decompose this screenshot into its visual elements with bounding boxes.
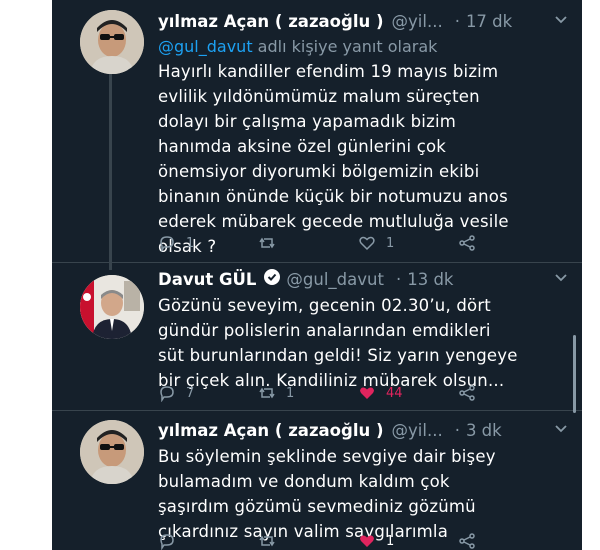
display-name[interactable]: yılmaz Açan ( zazaoğlu ) (158, 9, 384, 35)
avatar[interactable] (80, 275, 144, 339)
username[interactable]: @yil... (392, 9, 443, 35)
chevron-down-icon[interactable] (554, 271, 568, 285)
divider (52, 262, 582, 263)
tweet-actions: 1 1 (158, 231, 498, 255)
like-count: 1 (386, 533, 395, 549)
share-button[interactable] (458, 384, 486, 402)
reply-icon (160, 534, 174, 550)
reply-button[interactable]: 1 (158, 234, 258, 252)
chevron-down-icon[interactable] (554, 422, 568, 436)
timestamp[interactable]: 17 dk (466, 9, 512, 35)
reply-icon (160, 386, 174, 402)
tweet-body: yılmaz Açan ( zazaoğlu ) @yil... · 17 dk… (158, 9, 568, 259)
share-icon (459, 533, 475, 549)
timestamp[interactable]: 3 dk (466, 418, 502, 444)
reply-context-text: adlı kişiye yanıt olarak (252, 37, 438, 56)
tweet-text: Hayırlı kandiller efendim 19 mayıs bizim… (158, 62, 509, 256)
display-name[interactable]: yılmaz Açan ( zazaoğlu ) (158, 418, 384, 444)
reply-button[interactable]: 7 (158, 384, 258, 402)
retweet-button[interactable] (258, 532, 358, 550)
thread-connector-line (109, 70, 112, 270)
like-icon (360, 387, 374, 399)
share-icon (459, 235, 475, 251)
avatar[interactable] (80, 10, 144, 74)
share-button[interactable] (458, 234, 486, 252)
avatar[interactable] (80, 420, 144, 484)
like-button[interactable]: 1 (358, 234, 458, 252)
retweet-count: 1 (286, 385, 295, 401)
reply-button[interactable] (158, 532, 258, 550)
timestamp[interactable]: 13 dk (407, 267, 453, 293)
like-button[interactable]: 1 (358, 532, 458, 550)
chevron-down-icon[interactable] (554, 13, 568, 27)
tweet-body: yılmaz Açan ( zazaoğlu ) @yil... · 3 dk … (158, 418, 568, 544)
like-icon (359, 236, 375, 251)
reply-context: @gul_davut adlı kişiye yanıt olarak (158, 35, 568, 59)
tweet-body: Davut GÜL @gul_davut · 13 dk Gözünü seve… (158, 267, 568, 393)
tweet-header: yılmaz Açan ( zazaoğlu ) @yil... · 17 dk (158, 9, 568, 35)
share-icon (459, 385, 475, 401)
scrollbar[interactable] (573, 335, 576, 413)
verified-icon (264, 269, 281, 285)
username[interactable]: @yil... (392, 418, 443, 444)
separator-dot: · (454, 12, 460, 31)
retweet-icon (259, 535, 275, 547)
like-icon (360, 535, 374, 547)
tweet-text: Gözünü seveyim, gecenin 02.30’u, dört gü… (158, 296, 518, 390)
separator-dot: · (395, 270, 402, 289)
like-button[interactable]: 44 (358, 384, 458, 402)
display-name[interactable]: Davut GÜL (158, 267, 256, 293)
username[interactable]: @gul_davut (286, 267, 384, 293)
tweet-header: Davut GÜL @gul_davut · 13 dk (158, 267, 568, 293)
tweet-thread: yılmaz Açan ( zazaoğlu ) @yil... · 17 dk… (52, 0, 582, 550)
retweet-icon (259, 237, 275, 249)
retweet-icon (259, 387, 275, 399)
separator-dot: · (454, 421, 460, 440)
retweet-button[interactable]: 1 (258, 384, 358, 402)
reply-icon (160, 236, 174, 252)
share-button[interactable] (458, 532, 486, 550)
reply-count: 1 (186, 235, 195, 251)
retweet-button[interactable] (258, 234, 358, 252)
tweet-header: yılmaz Açan ( zazaoğlu ) @yil... · 3 dk (158, 418, 568, 444)
reply-count: 7 (186, 385, 195, 401)
like-count: 1 (386, 235, 395, 251)
mention-link[interactable]: @gul_davut (158, 37, 253, 56)
like-count: 44 (386, 385, 403, 401)
tweet-actions: 7 1 44 (158, 381, 498, 405)
divider (52, 410, 582, 411)
tweet-actions: 1 (158, 529, 498, 550)
